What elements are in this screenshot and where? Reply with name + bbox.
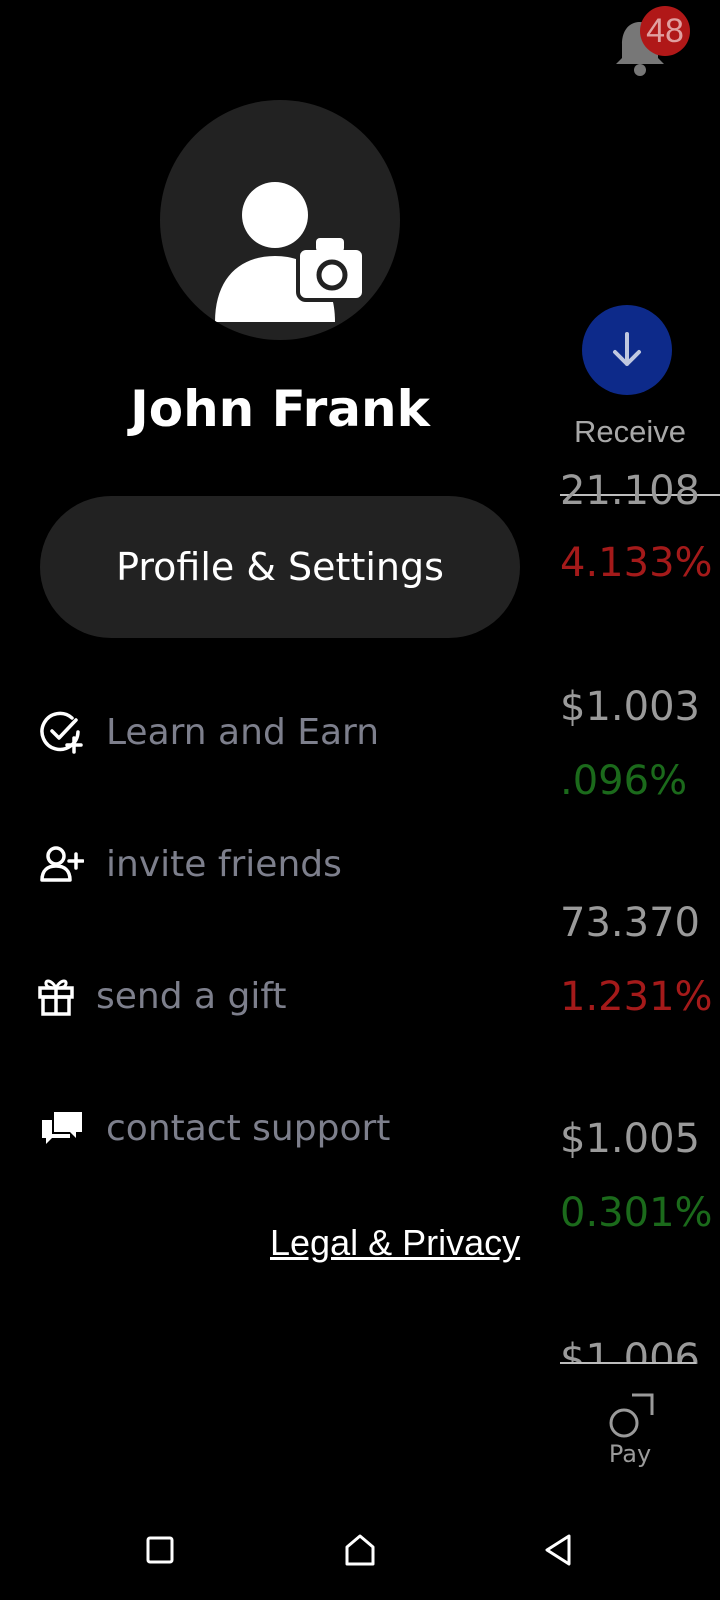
menu-item-invite-friends[interactable]: invite friends (38, 834, 342, 894)
menu-item-learn-and-earn[interactable]: Learn and Earn (38, 702, 379, 762)
ticker-price: $1.005 (560, 1116, 700, 1162)
ticker-change: 1.231% (560, 974, 713, 1020)
user-head (242, 182, 308, 248)
add-user-icon (38, 840, 86, 888)
divider (560, 1362, 696, 1364)
side-drawer: John Frank Profile & Settings Learn and … (0, 0, 560, 1500)
menu-item-label: send a gift (96, 975, 287, 1017)
back-button[interactable] (534, 1526, 582, 1574)
receive-label: Receive (574, 414, 686, 449)
camera-icon (296, 238, 366, 302)
menu-item-label: invite friends (106, 843, 342, 885)
gift-icon (36, 972, 76, 1020)
chat-icon (38, 1104, 86, 1152)
ticker-price: 21.108 (560, 468, 700, 514)
pay-icon[interactable] (608, 1393, 654, 1439)
pay-label[interactable]: Pay (590, 1440, 670, 1468)
ticker-price: $1.003 (560, 684, 700, 730)
menu-item-send-a-gift[interactable]: send a gift (36, 966, 287, 1026)
ticker-change: .096% (560, 758, 688, 804)
ticker-price: 73.370 (560, 900, 700, 946)
square-icon (146, 1536, 174, 1564)
recent-apps-button[interactable] (136, 1526, 184, 1574)
user-name: John Frank (130, 380, 430, 438)
receive-button[interactable] (582, 305, 672, 395)
notification-badge: 48 (640, 6, 690, 56)
menu-item-label: Learn and Earn (106, 711, 380, 753)
ticker-change: 0.301% (560, 1190, 713, 1236)
menu-item-contact-support[interactable]: contact support (38, 1098, 390, 1158)
check-plus-icon (38, 708, 86, 756)
back-triangle-icon (545, 1534, 571, 1566)
ticker-change: 4.133% (560, 540, 713, 586)
arrow-down-icon (613, 332, 641, 366)
avatar[interactable] (160, 100, 400, 340)
menu-item-label: contact support (106, 1107, 391, 1149)
home-button[interactable] (336, 1526, 384, 1574)
ticker-price: $1.006 (560, 1336, 700, 1364)
profile-settings-button[interactable]: Profile & Settings (40, 496, 520, 638)
legal-privacy-link[interactable]: Legal & Privacy (270, 1222, 520, 1264)
system-navigation-bar (0, 1500, 720, 1600)
home-icon (345, 1534, 375, 1566)
